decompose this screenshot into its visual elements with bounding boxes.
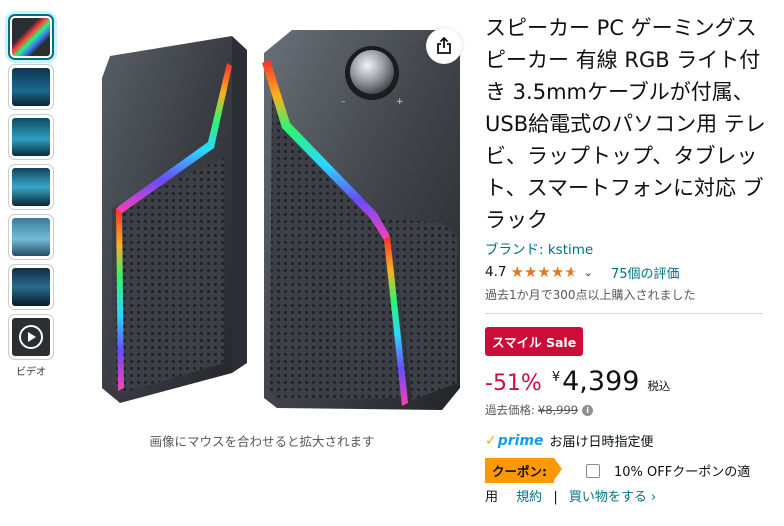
star-icon: ★	[550, 262, 565, 281]
thumbnail-6[interactable]	[8, 264, 54, 310]
discount-percent: -51%	[485, 371, 542, 396]
share-button[interactable]	[426, 28, 462, 64]
rating-value: 4.7	[485, 264, 507, 280]
left-speaker	[102, 36, 247, 403]
coupon-terms-prefix: 用	[485, 490, 499, 505]
currency-symbol: ¥	[551, 370, 561, 385]
brand-link[interactable]: ブランド: kstime	[485, 238, 775, 258]
product-info: スピーカー PC ゲーミングスピーカー 有線 RGB ライト付き 3.5mmケー…	[485, 12, 775, 505]
star-icon: ★	[510, 262, 524, 281]
prime-logo: ✓ prime	[485, 433, 544, 449]
check-icon: ✓	[485, 432, 497, 449]
zoom-hint: 画像にマウスを合わせると拡大されます	[149, 434, 375, 449]
svg-text:–: –	[341, 97, 346, 107]
svg-text:+: +	[396, 97, 404, 107]
video-label: ビデオ	[16, 367, 46, 378]
video-thumbnail[interactable]	[8, 314, 54, 360]
past-price-label: 過去価格:	[485, 403, 535, 417]
coupon-terms-row: 用 規約 | 買い物をする ›	[485, 486, 775, 505]
shop-link[interactable]: 買い物をする ›	[569, 490, 656, 505]
price-row: -51% ¥ 4,399 税込	[485, 366, 775, 397]
sale-badge: スマイル Sale	[485, 327, 584, 356]
coupon-badge: クーポン:	[485, 458, 562, 483]
thumbnail-5[interactable]	[8, 214, 54, 260]
product-title: スピーカー PC ゲーミングスピーカー 有線 RGB ライト付き 3.5mmケー…	[485, 16, 766, 232]
star-icon: ★	[523, 262, 538, 281]
star-icon: ★	[537, 262, 551, 281]
share-icon	[437, 37, 451, 54]
play-icon	[19, 325, 43, 349]
thumbnail-4[interactable]	[8, 164, 54, 210]
star-rating[interactable]: ★ ★ ★ ★ ★	[510, 262, 578, 281]
separator: |	[553, 490, 558, 505]
half-star-icon: ★	[564, 262, 578, 281]
prime-row: ✓ prime お届け日時指定便	[485, 431, 775, 451]
coupon-checkbox[interactable]	[586, 463, 600, 478]
past-price-row: 過去価格: ¥8,999 i	[485, 402, 775, 418]
thumbnail-column: ビデオ	[8, 14, 60, 378]
chevron-down-icon[interactable]: ⌄	[584, 266, 593, 279]
delivery-text: お届け日時指定便	[549, 435, 654, 450]
price: 4,399	[562, 366, 640, 397]
divider	[485, 313, 763, 314]
thumbnail-1[interactable]	[8, 14, 54, 60]
thumbnail-3[interactable]	[8, 114, 54, 160]
past-price: ¥8,999	[537, 403, 579, 417]
coupon-row: クーポン: 10% OFFクーポンの適	[485, 458, 775, 483]
product-image[interactable]: – +	[72, 8, 472, 428]
bought-count: 過去1か月で300点以上購入されました	[485, 288, 696, 302]
thumbnail-2[interactable]	[8, 64, 54, 110]
info-icon[interactable]: i	[582, 404, 594, 416]
coupon-text: 10% OFFクーポンの適	[614, 465, 751, 480]
review-count-link[interactable]: 75個の評価	[611, 263, 680, 282]
prime-label: prime	[497, 432, 544, 449]
right-speaker: – +	[262, 30, 460, 410]
tax-label: 税込	[647, 379, 671, 393]
terms-link[interactable]: 規約	[516, 490, 542, 505]
rating-row: 4.7 ★ ★ ★ ★ ★ ⌄ 75個の評価	[485, 261, 775, 283]
